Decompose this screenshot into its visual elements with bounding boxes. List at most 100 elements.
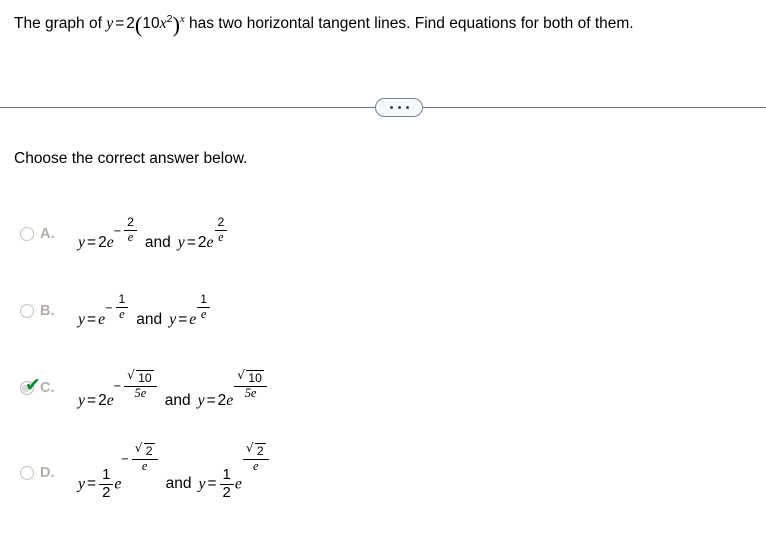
sqrt-icon-d-left: √ 2 <box>134 441 155 459</box>
opt-c-left-y: y <box>78 392 86 409</box>
option-a-letter: A. <box>40 226 55 242</box>
radio-button-d[interactable] <box>20 466 34 480</box>
opt-b-conjunction: and <box>136 311 163 329</box>
opt-c-conjunction: and <box>164 392 191 410</box>
opt-a-left-coefficient: 2 <box>98 234 107 251</box>
opt-c-left-eq: = <box>87 392 97 409</box>
equation-close-paren: ) <box>172 12 180 38</box>
opt-a-left-base: e <box>106 234 114 251</box>
opt-d-left-fraction: √ 2 e <box>131 441 158 474</box>
opt-a-right-coefficient: 2 <box>197 234 207 251</box>
opt-a-left-sign: − <box>113 222 122 238</box>
radical-sign-d-right: √ <box>245 441 254 456</box>
opt-b-right-numerator: 1 <box>197 292 211 308</box>
option-d-marker[interactable]: D. <box>20 465 55 481</box>
choose-answer-prompt: Choose the correct answer below. <box>14 150 248 167</box>
opt-b-left-exponent: −1 e <box>105 292 129 322</box>
opt-c-left-denominator: 5e <box>134 386 147 401</box>
option-a-marker[interactable]: A. <box>20 226 55 242</box>
opt-d-left-exponent: − √ 2 e <box>121 441 158 474</box>
opt-b-right-denominator: e <box>200 306 207 321</box>
answer-options-list: A. y = 2e− 2 e and y = 2e 2 e B. y = e− 1 e and y = e 1 e ✔ … <box>0 200 766 508</box>
option-c-content: y = 2e− √ 10 5e and y = 2e √ 10 5e <box>78 369 268 423</box>
opt-c-right-fraction: √ 10 5e <box>234 369 267 401</box>
opt-b-left-denominator: e <box>119 306 125 321</box>
opt-d-right-coefficient-fraction: 12 <box>219 467 234 501</box>
opt-c-right-numerator: √ 10 <box>234 369 267 388</box>
radical-sign-c-left: √ <box>127 368 135 383</box>
opt-d-conjunction: and <box>165 475 192 493</box>
opt-a-right-exponent: 2e <box>214 215 229 245</box>
opt-c-left-base: e <box>106 392 114 409</box>
option-c-letter: C. <box>40 380 55 396</box>
opt-c-left-coefficient: 2 <box>98 392 107 409</box>
opt-d-left-sign: − <box>121 451 129 467</box>
radio-button-c[interactable]: ✔ <box>20 376 41 395</box>
equation-inner-coefficient: 10 <box>142 15 160 32</box>
option-b-content: y = e− 1 e and y = e 1 e <box>78 292 211 340</box>
opt-d-right-exponent: √ 2 e <box>242 441 270 474</box>
opt-d-left-y: y <box>78 475 86 493</box>
radio-button-b[interactable] <box>20 304 34 318</box>
opt-b-right-base: e <box>189 311 197 328</box>
question-lead: The graph of <box>14 15 107 32</box>
sqrt-icon-d-right: √ 2 <box>245 441 266 459</box>
opt-b-right-eq: = <box>178 311 188 328</box>
opt-a-left-y: y <box>78 234 86 251</box>
opt-c-right-exponent: √ 10 5e <box>233 369 268 401</box>
option-b-marker[interactable]: B. <box>20 303 55 319</box>
opt-c-right-y: y <box>197 392 205 409</box>
opt-d-left-numerator: √ 2 <box>131 441 158 461</box>
opt-a-left-eq: = <box>87 234 97 251</box>
opt-b-left-base: e <box>98 311 106 328</box>
equation-equals: = <box>115 15 125 32</box>
opt-d-left-eq: = <box>87 475 97 493</box>
radical-sign-d-left: √ <box>134 441 143 456</box>
opt-c-right-denominator: 5e <box>244 386 257 401</box>
answer-option-a[interactable]: A. y = 2e− 2 e and y = 2e 2 e <box>0 200 766 277</box>
checkmark-icon: ✔ <box>25 374 41 396</box>
opt-c-left-radicand: 10 <box>136 370 154 385</box>
opt-a-conjunction: and <box>144 234 171 252</box>
opt-d-left-radicand: 2 <box>143 443 155 458</box>
option-a-content: y = 2e− 2 e and y = 2e 2 e <box>78 215 228 263</box>
opt-b-right-fraction: 1e <box>197 292 211 322</box>
opt-c-right-radicand: 10 <box>246 370 264 385</box>
ellipsis-dot-1 <box>389 106 393 109</box>
answer-option-c[interactable]: ✔ C. y = 2e− √ 10 5e and y = 2e √ 10 5e <box>0 354 766 431</box>
opt-a-right-y: y <box>177 234 185 251</box>
opt-c-left-numerator: √ 10 <box>124 368 157 388</box>
opt-a-left-fraction: 2e <box>124 215 137 245</box>
opt-d-right-coef-num: 1 <box>219 467 234 485</box>
opt-d-right-numerator: √ 2 <box>242 441 269 461</box>
opt-d-right-fraction: √ 2 e <box>242 441 269 474</box>
option-b-letter: B. <box>40 303 55 319</box>
more-options-ellipsis-button[interactable] <box>375 98 423 117</box>
opt-a-right-numerator: 2 <box>214 215 228 231</box>
option-d-content: y = 1 2 e− √ 2 e and y = 1 2 e √ 2 e <box>78 442 270 501</box>
opt-b-left-y: y <box>78 311 86 328</box>
answer-option-b[interactable]: B. y = e− 1 e and y = e 1 e <box>0 277 766 354</box>
opt-b-left-sign: − <box>105 299 113 315</box>
option-c-marker[interactable]: ✔ C. <box>20 376 55 396</box>
opt-d-left-base: e <box>114 475 122 493</box>
opt-d-left-coefficient-fraction: 12 <box>99 467 114 501</box>
radio-button-a[interactable] <box>20 227 34 241</box>
opt-c-right-base: e <box>226 392 234 409</box>
opt-a-left-exponent: −2 e <box>113 215 138 245</box>
opt-d-left-coef-den: 2 <box>102 484 111 501</box>
opt-c-left-fraction: √ 10 5e <box>124 368 157 401</box>
section-divider <box>0 97 766 119</box>
sqrt-icon-c-left: √ 10 <box>127 368 154 386</box>
equation-inner-variable: x <box>159 15 167 32</box>
opt-a-right-base: e <box>206 234 214 251</box>
opt-a-left-denominator: e <box>127 229 134 244</box>
ellipsis-dot-2 <box>397 106 401 109</box>
opt-d-right-coef-den: 2 <box>222 484 231 501</box>
answer-option-d[interactable]: D. y = 1 2 e− √ 2 e and y = 1 2 e √ 2 e <box>0 431 766 508</box>
opt-a-right-eq: = <box>186 234 196 251</box>
opt-a-right-fraction: 2e <box>214 215 228 245</box>
opt-a-left-numerator: 2 <box>124 215 137 231</box>
question-stem: The graph of y = 2(10x2)x has two horizont… <box>14 12 762 36</box>
opt-d-right-base: e <box>234 475 242 493</box>
